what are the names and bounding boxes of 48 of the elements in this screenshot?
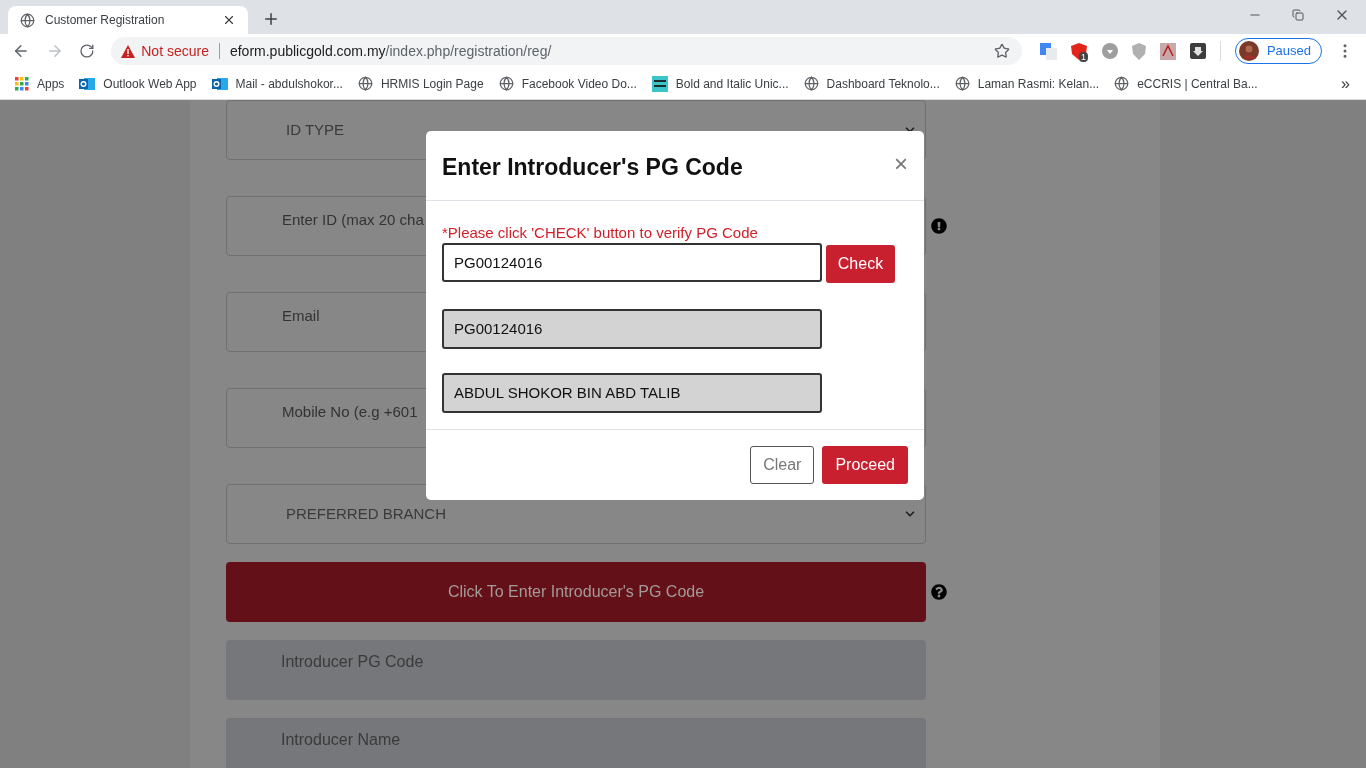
bookmark-item[interactable]: HRMIS Login Page: [357, 70, 484, 97]
restore-icon[interactable]: [1292, 9, 1304, 21]
download-icon[interactable]: [1189, 43, 1206, 59]
bookmark-item[interactable]: Mail - abdulshokor...: [211, 70, 343, 97]
bookmark-item[interactable]: eCCRIS | Central Ba...: [1114, 70, 1258, 97]
avatar-icon: [1238, 41, 1259, 61]
extension-badge: 1: [1078, 51, 1088, 62]
help-icon[interactable]: [931, 584, 947, 600]
new-tab-icon[interactable]: [262, 10, 280, 28]
check-button[interactable]: Check: [826, 245, 895, 283]
globe-icon: [357, 76, 373, 91]
security-label: Not secure: [141, 41, 209, 61]
bookmark-item[interactable]: Dashboard Teknolo...: [803, 70, 940, 97]
readonly-field: Introducer PG Code: [226, 640, 926, 700]
globe-icon: [1114, 76, 1130, 91]
readonly-field: Introducer Name: [226, 718, 926, 768]
outlook-icon: [211, 75, 228, 92]
bookmark-star-icon[interactable]: [993, 43, 1010, 59]
reload-icon[interactable]: [79, 43, 96, 59]
code-input[interactable]: PG00124016: [442, 243, 822, 282]
bookmark-item[interactable]: Apps: [15, 70, 65, 97]
tab-title: Customer Registration: [45, 12, 166, 29]
globe-icon: [498, 76, 514, 91]
back-icon[interactable]: [12, 42, 30, 60]
globe-icon: [20, 12, 35, 28]
result-field: PG00124016: [442, 309, 822, 349]
url-text: eform.publicgold.com.my/index.php/registration/reg/: [229, 41, 553, 61]
proceed-button[interactable]: Proceed: [822, 446, 908, 484]
bookmark-item[interactable]: Facebook Video Do...: [498, 70, 637, 97]
apps-grid-icon: [15, 76, 29, 91]
globe-icon: [954, 76, 970, 91]
bookmark-logo-icon: [651, 75, 668, 92]
notice-text: *Please click 'CHECK' button to verify PG Code: [442, 223, 759, 243]
close-tab-icon[interactable]: [222, 13, 236, 27]
result-field: ABDUL SHOKOR BIN ABD TALIB: [442, 373, 822, 413]
browser-tab[interactable]: Customer Registration: [8, 6, 248, 34]
exclamation-icon: [931, 218, 947, 234]
bookmark-item[interactable]: Outlook Web App: [79, 70, 197, 97]
enter-code-button[interactable]: Click To Enter Introducer's PG Code: [226, 562, 926, 622]
globe-icon: [803, 76, 819, 91]
bookmark-item[interactable]: Bold and Italic Unic...: [651, 70, 789, 97]
warning-icon: [121, 44, 136, 58]
outlook-icon: [79, 75, 96, 92]
download-circle-icon[interactable]: [1101, 43, 1118, 59]
bookmark-item[interactable]: Laman Rasmi: Kelan...: [954, 70, 1100, 97]
clear-button[interactable]: Clear: [750, 446, 815, 484]
address-bar[interactable]: Not secure eform.publicgold.com.my/index.php/registration/reg/: [111, 37, 1022, 65]
more-bookmarks-button[interactable]: »: [1341, 71, 1350, 96]
